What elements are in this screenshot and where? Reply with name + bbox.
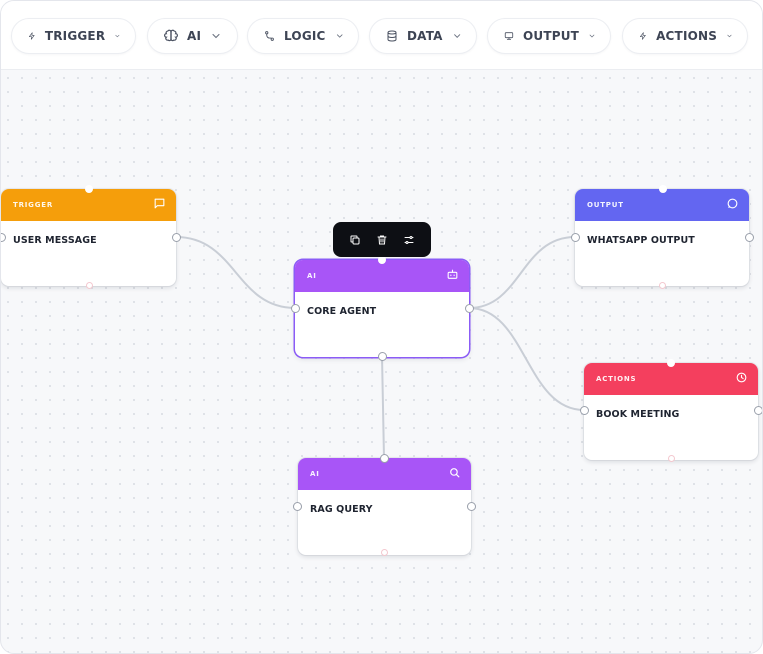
clock-icon [736, 372, 747, 383]
toolbar-output-label: OUTPUT [522, 29, 580, 43]
settings-button[interactable] [399, 230, 419, 250]
database-icon [387, 30, 397, 42]
handle-output-top[interactable] [659, 185, 667, 193]
handle-rag-left[interactable] [293, 502, 302, 511]
toolbar-ai-label: AI [187, 29, 202, 43]
node-core-agent[interactable]: AI CORE AGENT [295, 260, 469, 357]
brain-icon [164, 29, 178, 42]
node-title: USER MESSAGE [13, 235, 97, 246]
node-header: OUTPUT [575, 189, 749, 221]
edge-core-to-output [468, 236, 576, 309]
node-header: TRIGGER [1, 189, 176, 221]
node-book-meeting[interactable]: ACTIONS BOOK MEETING [584, 363, 758, 460]
edge-trigger-to-core [175, 236, 296, 309]
node-whatsapp-output[interactable]: OUTPUT WHATSAPP OUTPUT [575, 189, 749, 286]
toolbar-logic-button[interactable]: LOGIC [247, 18, 359, 54]
chevron-down-icon [589, 34, 595, 38]
handle-core-bottom[interactable] [378, 352, 387, 361]
node-type-tag: OUTPUT [587, 201, 624, 209]
node-type-tag: ACTIONS [596, 375, 637, 383]
search-icon [450, 468, 460, 478]
handle-core-top[interactable] [378, 256, 386, 264]
robot-icon [447, 269, 458, 279]
node-user-message[interactable]: TRIGGER USER MESSAGE [1, 189, 176, 286]
handle-actions-right[interactable] [754, 406, 762, 415]
handle-rag-right[interactable] [467, 502, 476, 511]
handle-actions-left[interactable] [580, 406, 589, 415]
toolbar-actions-label: ACTIONS [656, 29, 718, 43]
handle-core-left[interactable] [291, 304, 300, 313]
monitor-icon [504, 32, 514, 40]
chevron-down-icon [727, 34, 732, 38]
handle-trigger-bottom[interactable] [86, 282, 93, 289]
node-type-tag: AI [310, 470, 320, 478]
chat-icon [154, 198, 165, 209]
handle-trigger-top[interactable] [85, 185, 93, 193]
chevron-down-icon [115, 34, 120, 38]
toolbar-logic-label: LOGIC [284, 29, 326, 43]
node-title: CORE AGENT [307, 306, 377, 317]
node-type-tag: AI [307, 272, 317, 280]
toolbar-output-button[interactable]: OUTPUT [487, 18, 611, 54]
toolbar-ai-button[interactable]: AI [147, 18, 238, 54]
handle-trigger-right[interactable] [172, 233, 181, 242]
bolt-icon [28, 32, 35, 40]
handle-rag-bottom[interactable] [381, 549, 388, 556]
chevron-down-icon [453, 34, 460, 38]
toolbar-data-label: DATA [407, 29, 443, 43]
handle-output-bottom[interactable] [659, 282, 666, 289]
message-circle-icon [727, 198, 738, 209]
node-rag-query[interactable]: AI RAG QUERY [298, 458, 471, 555]
edge-core-to-rag [381, 355, 385, 459]
handle-rag-top[interactable] [380, 454, 389, 463]
node-title: WHATSAPP OUTPUT [587, 235, 695, 246]
handle-core-right[interactable] [465, 304, 474, 313]
handle-actions-bottom[interactable] [668, 455, 675, 462]
edge-core-to-actions [468, 307, 585, 411]
toolbar-trigger-button[interactable]: TRIGGER [11, 18, 136, 54]
sliders-icon [404, 235, 414, 244]
node-palette-toolbar: TRIGGER AI LOGIC DATA OUTPUT ACTIONS [1, 1, 762, 70]
node-type-tag: TRIGGER [13, 201, 54, 209]
trash-icon [377, 235, 387, 244]
chevron-down-icon [336, 34, 343, 38]
copy-icon [350, 235, 360, 244]
duplicate-button[interactable] [345, 230, 365, 250]
node-title: RAG QUERY [310, 504, 373, 515]
bolt-icon [640, 32, 646, 40]
handle-actions-top[interactable] [667, 359, 675, 367]
delete-button[interactable] [372, 230, 392, 250]
node-context-toolbar [333, 222, 431, 257]
node-header: AI [295, 260, 469, 292]
workflow-editor: TRIGGER AI LOGIC DATA OUTPUT ACTIONS TRI… [0, 0, 763, 654]
toolbar-trigger-label: TRIGGER [44, 29, 106, 43]
chevron-down-icon [212, 33, 220, 39]
branch-icon [265, 31, 274, 41]
handle-output-left[interactable] [571, 233, 580, 242]
toolbar-data-button[interactable]: DATA [369, 18, 477, 54]
toolbar-actions-button[interactable]: ACTIONS [622, 18, 748, 54]
handle-output-right[interactable] [745, 233, 754, 242]
node-title: BOOK MEETING [596, 409, 680, 420]
node-header: ACTIONS [584, 363, 758, 395]
